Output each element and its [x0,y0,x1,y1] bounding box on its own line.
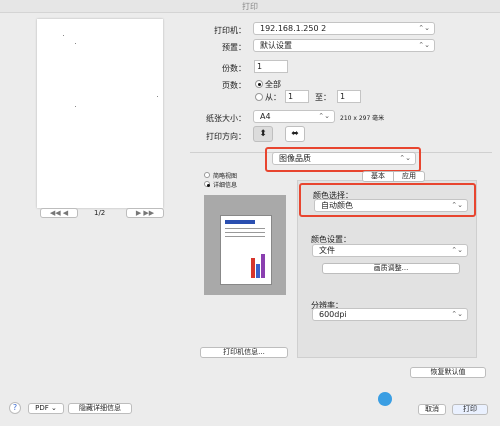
thumbnail-bar [256,264,260,278]
printer-info-button[interactable]: 打印机信息... [200,347,288,358]
watermark-logo [378,392,392,406]
hide-details-button[interactable]: 隐藏详细信息 [68,403,132,414]
tab-basic[interactable]: 基本 [363,172,393,181]
portrait-icon: ⬍ [259,129,267,139]
next-page-button[interactable]: ▶ ▶▶ [126,208,164,218]
print-button[interactable]: 打印 [452,404,488,415]
resolution-value: 600dpi [319,310,347,319]
chevron-updown-icon: ⌃⌄ [318,112,330,120]
title-bar: 打印 [0,0,500,13]
detail-view-label: 详细信息 [213,182,238,189]
highlight-box-color [299,183,476,217]
landscape-button[interactable]: ⬌ [285,126,305,142]
portrait-button[interactable]: ⬍ [253,126,273,142]
preview-mark [75,43,76,44]
prev-page-button[interactable]: ◀◀ ◀ [40,208,78,218]
pages-from-input[interactable]: 1 [285,90,309,103]
preview-mark [75,106,76,107]
copies-label: 份数： [222,64,246,73]
color-setting-value: 文件 [319,246,335,255]
landscape-icon: ⬌ [291,129,299,139]
thumbnail-line [225,228,265,229]
paper-size-value: A4 [260,112,271,121]
pages-label: 页数： [222,81,246,90]
printer-value: 192.168.1.250 2 [260,24,327,33]
page-navigator: ◀◀ ◀ 1/2 ▶ ▶▶ [40,208,170,220]
detail-view-radio[interactable] [204,181,210,187]
chevron-updown-icon: ⌃⌄ [418,24,430,32]
color-setting-select[interactable]: 文件 ⌃⌄ [312,244,468,257]
pages-to-label: 至： [315,93,331,102]
page-indicator: 1/2 [94,209,106,217]
image-adjust-button[interactable]: 画质调整... [322,263,460,274]
copies-input[interactable]: 1 [254,60,288,73]
cancel-button[interactable]: 取消 [418,404,446,415]
pages-from-label: 从： [265,93,281,102]
tab-apply[interactable]: 应用 [393,172,424,181]
window-title: 打印 [242,2,258,11]
thumbnail-bar [261,254,265,278]
pdf-menu-button[interactable]: PDF ⌄ [28,403,64,414]
chevron-updown-icon: ⌃⌄ [418,41,430,49]
pages-all-radio[interactable] [255,80,263,88]
thumbnail-line [225,236,265,237]
printer-label: 打印机： [214,26,246,35]
page-preview [37,19,163,208]
pages-to-input[interactable]: 1 [337,90,361,103]
preset-value: 默认设置 [260,41,292,50]
thumbnail-bar [251,258,255,278]
thumbnail-header [225,220,255,224]
simple-view-radio[interactable] [204,172,210,178]
printer-select[interactable]: 192.168.1.250 2 ⌃⌄ [253,22,435,35]
paper-dimensions: 210 x 297 毫米 [340,115,385,122]
preset-label: 预置： [222,43,246,52]
chevron-updown-icon: ⌃⌄ [451,310,463,318]
restore-defaults-button[interactable]: 恢复默认值 [410,367,486,378]
settings-tabs: 基本 应用 [362,171,425,182]
chevron-updown-icon: ⌃⌄ [451,246,463,254]
print-dialog: 打印 ◀◀ ◀ 1/2 ▶ ▶▶ 打印机： 192.168.1.250 2 ⌃⌄… [0,0,500,426]
preset-select[interactable]: 默认设置 ⌃⌄ [253,39,435,52]
paper-size-select[interactable]: A4 ⌃⌄ [253,110,335,123]
preview-mark [157,96,158,97]
thumbnail-line [225,232,265,233]
paper-size-label: 纸张大小： [206,114,246,123]
pages-all-label: 全部 [265,80,281,89]
orientation-label: 打印方向： [206,132,246,141]
pages-range-radio[interactable] [255,93,263,101]
preview-mark [63,35,64,36]
resolution-select[interactable]: 600dpi ⌃⌄ [312,308,468,321]
document-thumbnail [220,215,272,285]
help-button[interactable]: ? [9,402,21,414]
simple-view-label: 简略视图 [213,173,238,180]
